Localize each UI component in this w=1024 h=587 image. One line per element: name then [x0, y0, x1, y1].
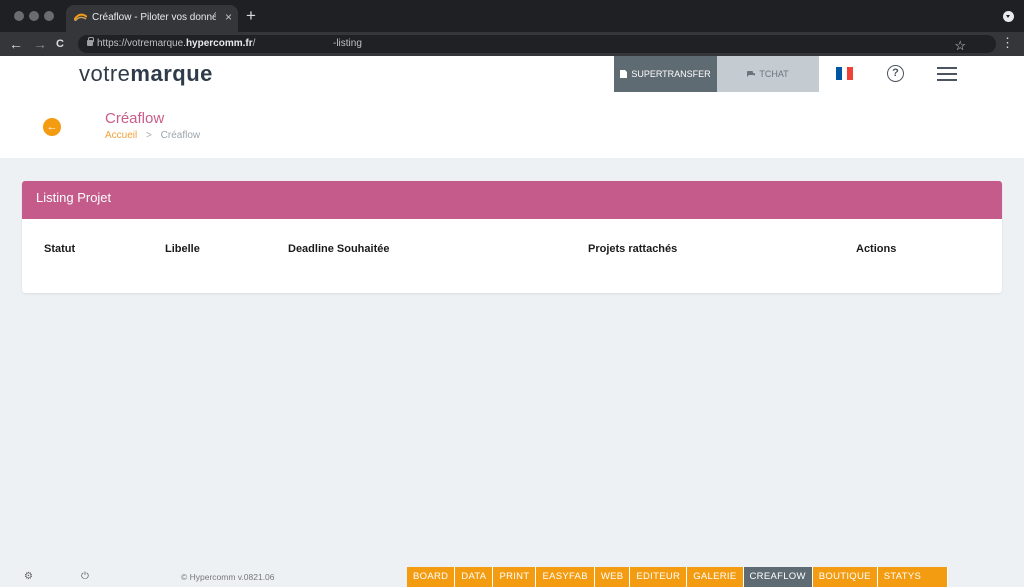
settings-gear-icon[interactable]: ⚙ [24, 571, 33, 582]
module-tab-boutique[interactable]: BOUTIQUE [812, 567, 878, 587]
column-header-libelle[interactable]: Libelle [165, 243, 200, 255]
breadcrumb-home-link[interactable]: Accueil [105, 130, 137, 141]
language-flag-fr-icon[interactable] [836, 67, 854, 80]
browser-tab[interactable]: Créaflow - Piloter vos données × [66, 5, 238, 32]
footer: ⚙ ⏻ © Hypercomm v.0821.06 BOARD DATA PRI… [0, 567, 1024, 587]
module-tab-creaflow[interactable]: CREAFLOW [743, 567, 813, 587]
page-header: ← Créaflow Accueil > Créaflow [0, 92, 1024, 158]
window-minimize-dot[interactable] [29, 11, 39, 21]
browser-tab-strip: Créaflow - Piloter vos données × + [0, 0, 1024, 32]
copyright-text: © Hypercomm v.0821.06 [181, 572, 275, 582]
power-icon[interactable]: ⏻ [81, 571, 89, 582]
url-suffix: -listing [333, 38, 362, 49]
tab-search-icon[interactable] [1003, 11, 1014, 22]
file-icon [620, 70, 628, 78]
site-favicon-icon [74, 13, 87, 21]
module-tab-board[interactable]: BOARD [407, 567, 456, 587]
lock-icon [87, 37, 94, 46]
url-redacted [267, 38, 329, 50]
breadcrumb-separator: > [146, 130, 152, 141]
browser-menu-icon[interactable]: ⋮ [1001, 35, 1014, 51]
forward-arrow-icon[interactable]: → [33, 34, 47, 54]
brand-logo[interactable]: votremarque [79, 61, 213, 87]
supertransfer-button[interactable]: SUPERTRANSFER [614, 56, 717, 92]
column-header-statut[interactable]: Statut [44, 243, 75, 255]
back-arrow-icon[interactable]: ← [43, 118, 61, 136]
bookmark-star-icon[interactable]: ☆ [954, 38, 966, 54]
window-maximize-dot[interactable] [44, 11, 54, 21]
module-tab-editeur[interactable]: EDITEUR [630, 567, 688, 587]
browser-toolbar: ← → C https://votremarque.hypercomm.fr/ … [0, 32, 1024, 56]
help-icon[interactable]: ? [887, 65, 904, 82]
tab-close-icon[interactable]: × [225, 10, 232, 24]
module-tab-easyfab[interactable]: EASYFAB [536, 567, 595, 587]
module-tab-data[interactable]: DATA [455, 567, 494, 587]
tab-title: Créaflow - Piloter vos données [92, 12, 216, 23]
breadcrumb: Accueil > Créaflow [105, 130, 200, 141]
window-close-dot[interactable] [14, 11, 24, 21]
column-header-projets-rattaches[interactable]: Projets rattachés [588, 243, 677, 255]
breadcrumb-current: Créaflow [160, 130, 201, 141]
module-tab-galerie[interactable]: GALERIE [687, 567, 744, 587]
tchat-button[interactable]: TCHAT [717, 56, 819, 92]
card-title: Listing Projet [22, 181, 1002, 219]
chat-icon [747, 70, 756, 77]
url-text: https://votremarque.hypercomm.fr/ [97, 38, 256, 49]
hamburger-menu-icon[interactable] [937, 67, 957, 81]
module-tab-statys[interactable]: STATYS [877, 567, 949, 587]
column-header-actions: Actions [856, 243, 897, 255]
back-arrow-icon[interactable]: ← [9, 34, 23, 54]
listing-card: Listing Projet Statut Libelle Deadline S… [22, 181, 1002, 293]
app-header: votremarque SUPERTRANSFER TCHAT ? [0, 56, 1024, 92]
address-bar[interactable]: https://votremarque.hypercomm.fr/ -listi… [78, 35, 996, 53]
page-title: Créaflow [105, 110, 165, 127]
module-tab-web[interactable]: WEB [594, 567, 631, 587]
module-tab-print[interactable]: PRINT [493, 567, 537, 587]
column-header-deadline[interactable]: Deadline Souhaitée [288, 243, 389, 255]
reload-icon[interactable]: C [56, 34, 64, 54]
new-tab-icon[interactable]: + [246, 7, 256, 24]
module-nav: BOARD DATA PRINT EASYFAB WEB EDITEUR GAL… [407, 567, 949, 587]
